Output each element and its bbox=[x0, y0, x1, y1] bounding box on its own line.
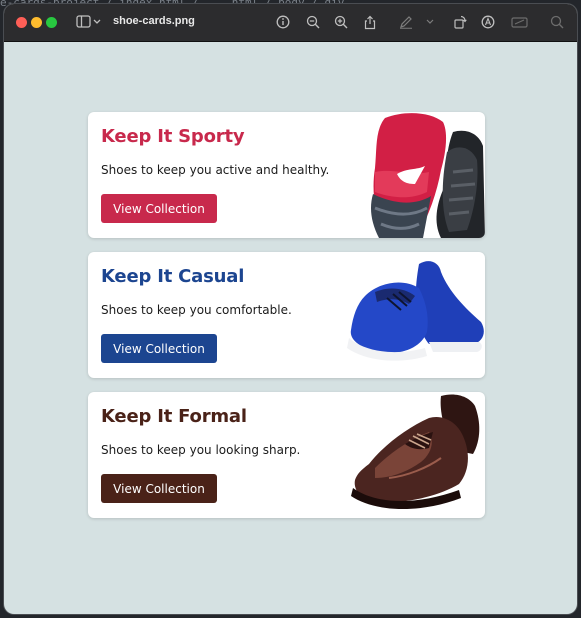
preview-window: shoe-cards.png Keep It Sporty Shoes to k… bbox=[4, 4, 577, 614]
markup-pen-icon[interactable] bbox=[397, 13, 415, 31]
close-window-button[interactable] bbox=[16, 17, 27, 28]
zoom-in-icon[interactable] bbox=[332, 13, 350, 31]
info-icon[interactable] bbox=[274, 13, 292, 31]
image-viewport: Keep It Sporty Shoes to keep you active … bbox=[4, 42, 577, 614]
sidebar-toggle-icon[interactable] bbox=[75, 13, 93, 31]
markup-chevron-icon[interactable] bbox=[425, 13, 435, 31]
card-title: Keep It Formal bbox=[101, 406, 247, 427]
window-title: shoe-cards.png bbox=[113, 15, 195, 27]
titlebar: shoe-cards.png bbox=[4, 4, 577, 42]
card-description: Shoes to keep you looking sharp. bbox=[101, 443, 301, 457]
card-title: Keep It Casual bbox=[101, 266, 245, 287]
highlight-icon[interactable] bbox=[511, 13, 529, 31]
search-icon[interactable] bbox=[548, 13, 566, 31]
chevron-down-icon[interactable] bbox=[92, 13, 102, 31]
share-icon[interactable] bbox=[361, 13, 379, 31]
red-sport-sneaker-image bbox=[371, 113, 485, 238]
card-description: Shoes to keep you active and healthy. bbox=[101, 163, 330, 177]
view-collection-button[interactable]: View Collection bbox=[101, 194, 217, 223]
zoom-out-icon[interactable] bbox=[304, 13, 322, 31]
card-formal: Keep It Formal Shoes to keep you looking… bbox=[88, 392, 485, 518]
view-collection-button[interactable]: View Collection bbox=[101, 334, 217, 363]
card-description: Shoes to keep you comfortable. bbox=[101, 303, 292, 317]
card-title: Keep It Sporty bbox=[101, 126, 245, 147]
blue-casual-sneaker-image bbox=[347, 261, 484, 361]
rotate-icon[interactable] bbox=[451, 13, 469, 31]
minimize-window-button[interactable] bbox=[31, 17, 42, 28]
view-collection-button[interactable]: View Collection bbox=[101, 474, 217, 503]
card-casual: Keep It Casual Shoes to keep you comfort… bbox=[88, 252, 485, 378]
brown-formal-shoe-image bbox=[351, 394, 480, 510]
zoom-window-button[interactable] bbox=[46, 17, 57, 28]
annotate-icon[interactable] bbox=[479, 13, 497, 31]
card-sporty: Keep It Sporty Shoes to keep you active … bbox=[88, 112, 485, 238]
